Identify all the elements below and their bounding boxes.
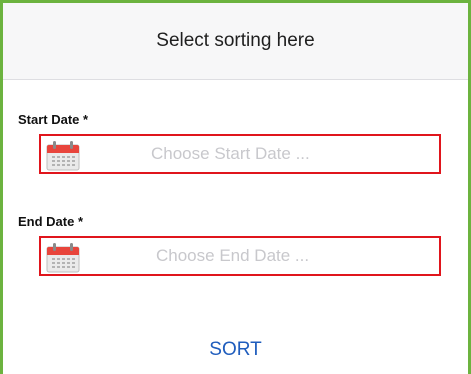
sort-button[interactable]: SORT <box>3 339 468 361</box>
end-date-field[interactable]: Choose End Date ... <box>39 236 441 276</box>
sort-dialog: Select sorting here Start Date * Choose … <box>0 0 471 374</box>
start-date-field[interactable]: Choose Start Date ... <box>39 134 441 174</box>
start-date-label: Start Date * <box>18 112 89 127</box>
calendar-icon <box>46 243 80 273</box>
start-date-placeholder: Choose Start Date ... <box>151 144 310 163</box>
dialog-header: Select sorting here <box>3 3 468 80</box>
dialog-title: Select sorting here <box>156 30 315 51</box>
calendar-icon <box>46 141 80 171</box>
end-date-placeholder: Choose End Date ... <box>156 246 310 265</box>
end-date-label: End Date * <box>18 214 84 229</box>
